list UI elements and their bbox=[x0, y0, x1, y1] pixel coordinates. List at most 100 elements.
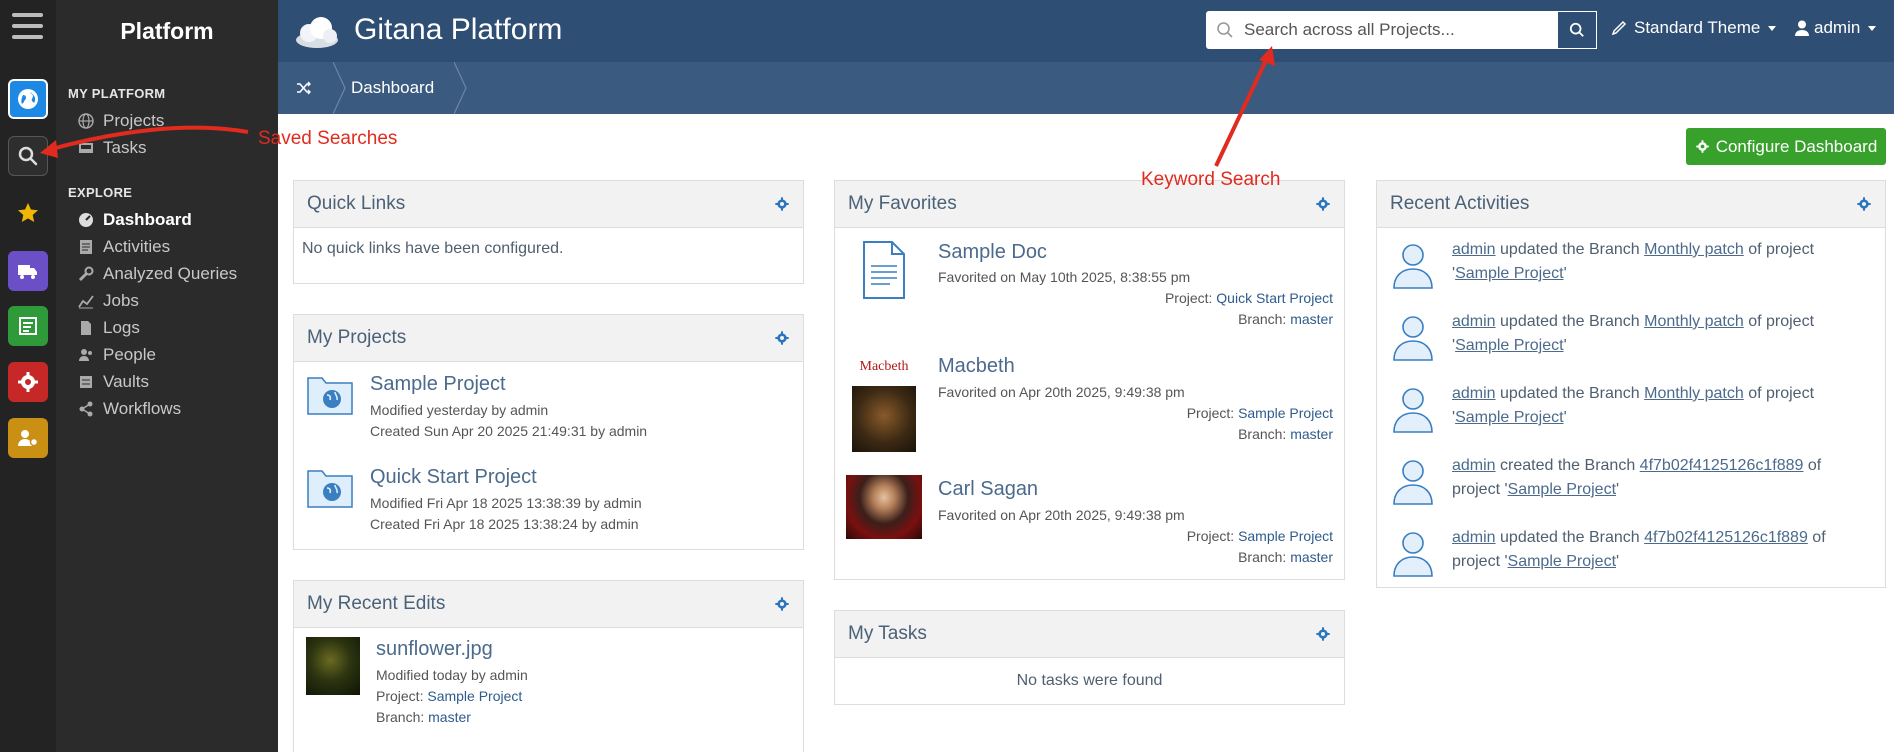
favorite-name[interactable]: Macbeth bbox=[938, 355, 1015, 378]
favorite-project: Project: Quick Start Project bbox=[1164, 290, 1333, 306]
configure-label: Configure Dashboard bbox=[1715, 136, 1878, 156]
activity-project-link[interactable]: Sample Project bbox=[1455, 337, 1564, 354]
user-avatar-icon bbox=[1393, 244, 1433, 289]
dashboard-icon bbox=[79, 213, 93, 227]
favorite-name[interactable]: Carl Sagan bbox=[938, 478, 1038, 501]
sidebar-item-tasks[interactable]: Tasks bbox=[78, 136, 146, 160]
sidebar-item-logs[interactable]: Logs bbox=[78, 316, 140, 340]
activity-user-link[interactable]: admin bbox=[1452, 385, 1496, 402]
activity-project-link[interactable]: Sample Project bbox=[1455, 265, 1564, 282]
project-created: Created Sun Apr 20 2025 21:49:31 by admi… bbox=[370, 423, 648, 439]
sunflower-thumbnail[interactable] bbox=[306, 637, 360, 695]
macbeth-cover[interactable]: Macbeth bbox=[852, 356, 916, 452]
activity-branch-link[interactable]: Monthly patch bbox=[1644, 385, 1744, 402]
panel-title: My Favorites bbox=[848, 193, 957, 214]
activity-branch-link[interactable]: Monthly patch bbox=[1644, 241, 1744, 258]
gear-icon[interactable] bbox=[1315, 196, 1331, 212]
gear-icon bbox=[1695, 140, 1709, 153]
project-modified: Modified yesterday by admin bbox=[370, 402, 549, 418]
user-label: admin bbox=[1814, 18, 1861, 37]
shuffle-icon[interactable] bbox=[296, 80, 312, 96]
sidebar-item-label: Jobs bbox=[103, 291, 139, 310]
gear-icon[interactable] bbox=[774, 196, 790, 212]
edit-project: Project: Sample Project bbox=[376, 688, 523, 704]
gear-icon[interactable] bbox=[774, 330, 790, 346]
user-avatar-icon bbox=[1393, 388, 1433, 433]
project-created: Created Fri Apr 18 2025 13:38:24 by admi… bbox=[370, 516, 639, 532]
activity-branch-link[interactable]: 4f7b02f4125126c1f889 bbox=[1644, 529, 1808, 546]
favorite-branch: Branch: master bbox=[1238, 426, 1333, 442]
activity-branch-link[interactable]: 4f7b02f4125126c1f889 bbox=[1640, 457, 1804, 474]
edit-name[interactable]: sunflower.jpg bbox=[376, 638, 493, 661]
activity-item: admin updated the Branch Monthly patch o… bbox=[1452, 385, 1815, 426]
truck-icon[interactable] bbox=[8, 251, 48, 291]
hamburger-menu-icon[interactable] bbox=[12, 13, 43, 39]
gear-icon[interactable] bbox=[1315, 626, 1331, 642]
user-icon bbox=[1795, 20, 1809, 36]
edit-branch: Branch: master bbox=[376, 709, 471, 725]
activity-user-link[interactable]: admin bbox=[1452, 313, 1496, 330]
project-name[interactable]: Quick Start Project bbox=[370, 466, 537, 489]
activity-user-link[interactable]: admin bbox=[1452, 529, 1496, 546]
sidebar-item-workflows[interactable]: Workflows bbox=[78, 397, 181, 421]
sidebar-item-label: Workflows bbox=[103, 399, 182, 418]
favorite-branch: Branch: master bbox=[1238, 311, 1333, 327]
gear-icon[interactable] bbox=[1856, 196, 1872, 212]
panel-title: Quick Links bbox=[307, 193, 406, 214]
tasks-panel: My Tasks No tasks were found bbox=[834, 610, 1345, 705]
file-icon bbox=[81, 321, 91, 335]
gear-icon[interactable] bbox=[8, 362, 48, 402]
activity-item: admin created the Branch 4f7b02f4125126c… bbox=[1452, 457, 1822, 498]
activity-user-link[interactable]: admin bbox=[1452, 241, 1496, 258]
sidebar-item-activities[interactable]: Activities bbox=[78, 235, 170, 259]
edit-modified: Modified today by admin bbox=[376, 667, 528, 683]
sidebar-item-analyzed-queries[interactable]: Analyzed Queries bbox=[78, 262, 237, 286]
activity-project-link[interactable]: Sample Project bbox=[1508, 553, 1617, 570]
user-avatar-icon bbox=[1393, 532, 1433, 577]
list-icon[interactable] bbox=[8, 306, 48, 346]
sidebar-item-label: Dashboard bbox=[103, 210, 192, 229]
sidebar-item-label: Activities bbox=[103, 237, 171, 256]
sidebar-item-dashboard[interactable]: Dashboard bbox=[78, 208, 192, 232]
search-input[interactable] bbox=[1244, 20, 1564, 40]
cloud-icon bbox=[296, 17, 338, 48]
activity-icon bbox=[80, 240, 92, 254]
sidebar-item-jobs[interactable]: Jobs bbox=[78, 289, 139, 313]
document-icon bbox=[863, 241, 905, 299]
sidebar-item-label: Analyzed Queries bbox=[103, 264, 238, 283]
theme-dropdown[interactable]: Standard Theme bbox=[1610, 18, 1777, 38]
sidebar-item-label: People bbox=[103, 345, 156, 364]
search-icon bbox=[1217, 22, 1233, 38]
sidebar-item-projects[interactable]: Projects bbox=[78, 109, 164, 133]
sidebar-item-label: Tasks bbox=[103, 138, 147, 157]
activity-project-link[interactable]: Sample Project bbox=[1455, 409, 1564, 426]
activity-user-link[interactable]: admin bbox=[1452, 457, 1496, 474]
sidebar-item-people[interactable]: People bbox=[78, 343, 156, 367]
activity-item: admin updated the Branch Monthly patch o… bbox=[1452, 241, 1815, 282]
theme-label: Standard Theme bbox=[1634, 18, 1761, 37]
favorite-date: Favorited on May 10th 2025, 8:38:55 pm bbox=[938, 269, 1191, 285]
chart-icon bbox=[78, 295, 94, 309]
search-icon[interactable] bbox=[8, 136, 48, 176]
user-gear-icon[interactable] bbox=[8, 418, 48, 458]
configure-dashboard-button[interactable]: Configure Dashboard bbox=[1686, 128, 1886, 165]
activity-item: admin updated the Branch 4f7b02f4125126c… bbox=[1452, 529, 1826, 570]
star-icon[interactable] bbox=[8, 193, 48, 233]
sidebar-item-vaults[interactable]: Vaults bbox=[78, 370, 149, 394]
breadcrumb-dashboard[interactable]: Dashboard bbox=[351, 78, 434, 98]
activity-project-link[interactable]: Sample Project bbox=[1508, 481, 1617, 498]
project-name[interactable]: Sample Project bbox=[370, 373, 506, 396]
activity-branch-link[interactable]: Monthly patch bbox=[1644, 313, 1744, 330]
sidebar-item-label: Vaults bbox=[103, 372, 149, 391]
favorite-branch: Branch: master bbox=[1238, 549, 1333, 565]
activity-item: admin updated the Branch Monthly patch o… bbox=[1452, 313, 1815, 354]
annotation-saved-searches: Saved Searches bbox=[258, 128, 398, 149]
globe-icon[interactable] bbox=[8, 79, 48, 119]
gear-icon[interactable] bbox=[774, 596, 790, 612]
user-menu[interactable]: admin bbox=[1795, 18, 1877, 38]
favorite-date: Favorited on Apr 20th 2025, 9:49:38 pm bbox=[938, 384, 1185, 400]
empty-message: No tasks were found bbox=[1016, 672, 1163, 689]
favorite-name[interactable]: Sample Doc bbox=[938, 241, 1047, 264]
carl-sagan-photo[interactable] bbox=[846, 475, 922, 539]
search-button[interactable] bbox=[1557, 11, 1597, 49]
